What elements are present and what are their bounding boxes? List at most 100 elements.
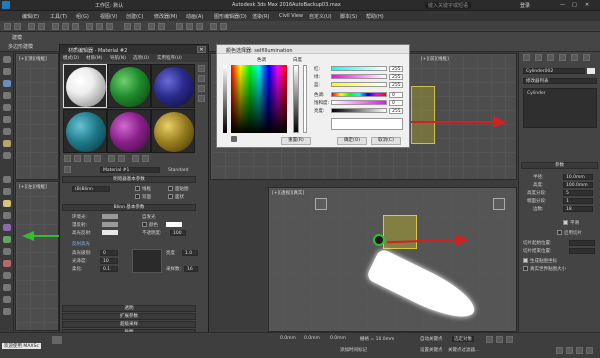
x-coordinate[interactable]: 0.0mm	[280, 336, 296, 341]
faceted-checkbox[interactable]	[168, 194, 173, 199]
hue-field[interactable]: 0	[389, 92, 403, 98]
align-icon[interactable]	[158, 23, 165, 30]
tool-icon-19[interactable]	[3, 284, 11, 291]
tool-icon-12[interactable]	[3, 200, 11, 207]
self-illum-color-checkbox[interactable]	[142, 222, 147, 227]
material-slot-5[interactable]	[107, 109, 151, 153]
maximize-icon[interactable]: □	[572, 2, 577, 8]
rect-select-icon[interactable]	[72, 23, 79, 30]
tool-icon-13[interactable]	[3, 212, 11, 219]
menu-animation[interactable]: 动画(A)	[186, 13, 203, 20]
tool-icon-20[interactable]	[3, 296, 11, 303]
gen-uv-checkbox[interactable]	[523, 258, 528, 263]
material-type-button[interactable]: Standard	[168, 168, 188, 173]
tool-icon-8[interactable]	[3, 140, 11, 147]
tool-icon-17[interactable]	[3, 260, 11, 267]
blackness-slider[interactable]	[223, 65, 227, 133]
menu-group[interactable]: 组(G)	[76, 13, 89, 20]
orbit-icon[interactable]	[576, 347, 583, 354]
hue-bar[interactable]	[331, 92, 387, 97]
material-slot-1[interactable]	[63, 64, 107, 108]
redo-icon[interactable]	[14, 23, 21, 30]
red-field[interactable]: 255	[389, 66, 403, 72]
green-field[interactable]: 255	[389, 74, 403, 80]
reset-button[interactable]: 重置(R)	[281, 137, 311, 145]
light-source[interactable]	[373, 234, 385, 246]
tool-icon-18[interactable]	[3, 272, 11, 279]
yellow-box-object[interactable]	[411, 86, 435, 144]
key-filters-button[interactable]: 关键点过滤器...	[448, 347, 479, 353]
eyedropper-icon[interactable]	[231, 136, 237, 142]
material-slot-6[interactable]	[151, 109, 195, 153]
diffuse-swatch[interactable]	[102, 222, 118, 227]
viewport-top[interactable]: [+][顶][线框]	[15, 53, 59, 180]
undo-icon[interactable]	[4, 23, 11, 30]
real-world-checkbox[interactable]	[523, 266, 528, 271]
utilities-tab-icon[interactable]	[583, 54, 590, 61]
tool-icon-7[interactable]	[3, 128, 11, 135]
two-sided-checkbox[interactable]	[135, 194, 140, 199]
rollout-supersampling[interactable]: 超级采样	[62, 321, 196, 328]
pan-icon[interactable]	[566, 347, 573, 354]
scale-icon[interactable]	[106, 23, 113, 30]
select-icon[interactable]	[52, 23, 59, 30]
shader-dropdown[interactable]: (B)Blinn	[72, 186, 110, 192]
menu-edit[interactable]: 编辑(E)	[22, 13, 39, 20]
viewport-label[interactable]: [+][透视][真实]	[272, 190, 304, 196]
modify-tab-icon[interactable]	[535, 54, 542, 61]
tool-icon-5[interactable]	[3, 104, 11, 111]
reset-map-icon[interactable]	[94, 155, 101, 162]
tool-icon-14[interactable]	[3, 224, 11, 231]
schematic-icon[interactable]	[186, 23, 193, 30]
menu-civil-view[interactable]: Civil View	[279, 13, 303, 19]
create-tab-icon[interactable]	[523, 54, 530, 61]
menu-tools[interactable]: 工具(T)	[50, 13, 67, 20]
app-menu-icon[interactable]	[2, 1, 10, 9]
put-to-scene-icon[interactable]	[74, 155, 81, 162]
user-login[interactable]: 登录	[520, 2, 530, 9]
smooth-checkbox[interactable]	[563, 220, 568, 225]
specular-swatch[interactable]	[102, 230, 118, 235]
tool-icon-4[interactable]	[3, 92, 11, 99]
link-icon[interactable]	[28, 23, 35, 30]
red-bar[interactable]	[331, 66, 387, 71]
auto-key-button[interactable]: 自动关键点	[420, 336, 443, 342]
snap-icon[interactable]	[124, 23, 131, 30]
select-by-name-icon[interactable]	[62, 23, 69, 30]
cancel-button[interactable]: 取消(C)	[371, 137, 401, 145]
slice-checkbox[interactable]	[557, 230, 562, 235]
self-illum-swatch[interactable]	[166, 222, 182, 227]
yellow-cube-selected[interactable]	[383, 215, 417, 249]
sample-field[interactable]: 16	[184, 266, 198, 272]
zoom-icon[interactable]	[556, 347, 563, 354]
menu-create[interactable]: 创建(C)	[126, 13, 143, 20]
ok-button[interactable]: 确定(O)	[337, 137, 367, 145]
opacity-field[interactable]: 100	[170, 230, 186, 236]
wire-checkbox[interactable]	[135, 186, 140, 191]
render-icon[interactable]	[220, 23, 227, 30]
value-field[interactable]: 255	[389, 108, 403, 114]
pick-material-icon[interactable]	[64, 166, 71, 173]
assign-material-icon[interactable]	[84, 155, 91, 162]
ribbon-tab-modeling[interactable]: 建模	[12, 34, 22, 41]
menu-customize[interactable]: 自定义(U)	[309, 13, 332, 20]
slice-to-field[interactable]	[569, 248, 595, 254]
rotate-icon[interactable]	[96, 23, 103, 30]
value-slider[interactable]	[303, 65, 307, 133]
menu-scripting[interactable]: 脚本(S)	[340, 13, 357, 20]
rollout-blinn-basic[interactable]: Blinn 基本参数	[62, 204, 196, 211]
get-material-icon[interactable]	[64, 155, 71, 162]
param-radius-field[interactable]: 10.0mm	[563, 174, 593, 180]
menu-help[interactable]: 帮助(H)	[366, 13, 384, 20]
blue-field[interactable]: 255	[389, 82, 403, 88]
make-unique-icon[interactable]	[118, 155, 125, 162]
maxscript-listener[interactable]: 欢迎使用 MAXSc	[2, 343, 41, 349]
mat-menu-options[interactable]: 选项(O)	[133, 55, 149, 61]
material-editor-icon[interactable]	[196, 23, 203, 30]
show-map-icon[interactable]	[132, 155, 139, 162]
next-frame-icon[interactable]	[506, 336, 513, 343]
rollout-transparency[interactable]: 透明	[62, 305, 196, 312]
param-sides-field[interactable]: 18	[563, 206, 593, 212]
spec-level-field[interactable]: 0	[100, 250, 118, 256]
curve-editor-icon[interactable]	[176, 23, 183, 30]
